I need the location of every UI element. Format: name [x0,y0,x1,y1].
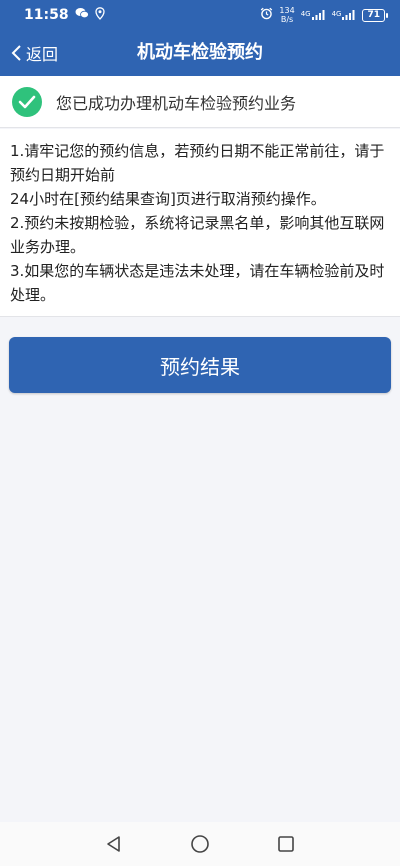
success-message: 您已成功办理机动车检验预约业务 [56,93,297,113]
signal-bars-icon [342,10,355,20]
network-speed-value: 134 [279,6,295,15]
appointment-result-button[interactable]: 预约结果 [9,337,391,393]
page-title: 机动车检验预约 [137,42,263,63]
status-time: 11:58 [24,7,69,23]
status-right: 134 B/s 4G 4G 71 [260,6,388,24]
signal-1: 4G [301,10,326,20]
circle-home-icon [191,835,209,853]
system-nav-bar [0,822,400,866]
chevron-left-icon [11,45,21,61]
alarm-icon [260,7,273,23]
back-label: 返回 [26,45,59,64]
triangle-back-icon [107,836,120,852]
signal-2: 4G [332,10,357,20]
network-speed: 134 B/s [279,6,294,24]
status-left: 11:58 [24,6,105,24]
square-recents-icon [278,836,294,852]
status-bar: 11:58 134 B/s 4G 4G 71 [0,0,400,30]
check-circle-icon [12,86,42,117]
app-header: 返回 机动车检验预约 [0,30,400,76]
nav-home-button[interactable] [157,822,243,866]
signal-1-label: 4G [300,10,311,18]
battery-level: 71 [362,8,385,22]
notice-line: 2.预约未按期检验，系统将记录黑名单，影响其他互联网业务办理。 [10,214,385,256]
signal-bars-icon [311,10,325,20]
notice-line: 1.请牢记您的预约信息，若预约日期不能正常前往，请于预约日期开始前 [10,142,385,184]
nav-back-button[interactable] [71,822,157,866]
success-banner: 您已成功办理机动车检验预约业务 [0,76,400,128]
network-speed-unit: B/s [280,15,294,24]
wechat-icon [75,7,89,23]
back-button[interactable]: 返回 [10,30,58,76]
nav-recents-button[interactable] [243,822,329,866]
notice-line: 3.如果您的车辆状态是违法未处理，请在车辆检验前及时处理。 [10,262,385,304]
notice-panel: 1.请牢记您的预约信息，若预约日期不能正常前往，请于预约日期开始前 24小时在[… [0,129,400,317]
notice-line: 24小时在[预约结果查询]页进行取消预约操作。 [10,190,326,208]
location-pin-icon [94,6,105,24]
battery-icon: 71 [362,8,388,22]
signal-2-label: 4G [331,10,342,18]
